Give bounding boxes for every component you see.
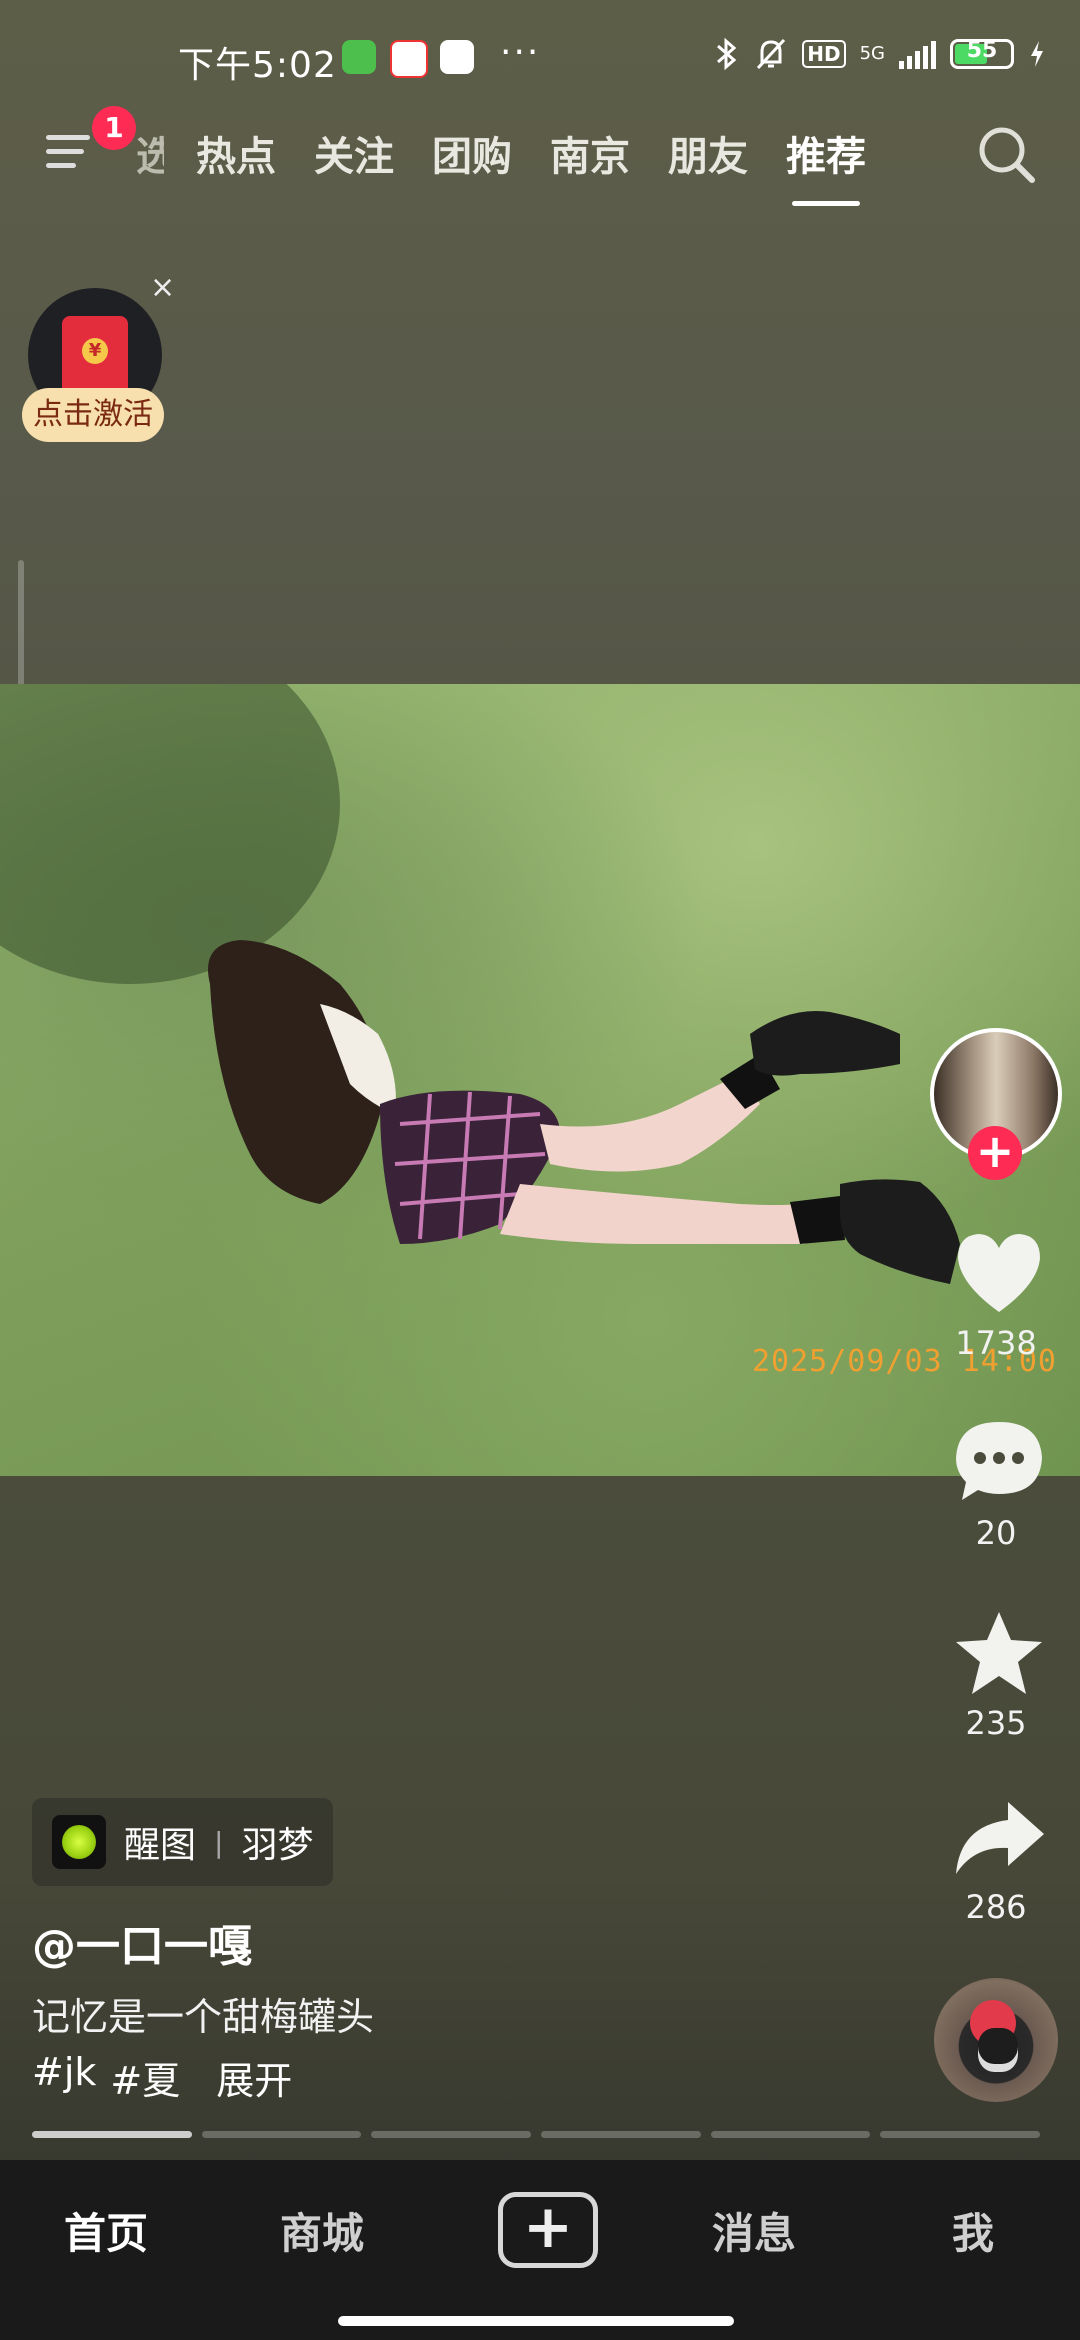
tab-hot[interactable]: 热点 (196, 124, 276, 182)
feed-tabs: 选 热点 关注 团购 南京 朋友 推荐 (136, 124, 904, 206)
hashtag-summer[interactable]: #夏 (110, 2050, 180, 2105)
signal-icon (899, 39, 936, 69)
music-disc-icon[interactable] (934, 1978, 1058, 2102)
effect-name: 羽梦 (241, 1825, 314, 1866)
wechat-icon (342, 40, 376, 74)
share-count: 286 (965, 1888, 1027, 1926)
comment-icon[interactable] (950, 1416, 1048, 1506)
tab-messages[interactable]: 消息 (712, 2200, 796, 2261)
tab-selection[interactable]: 选 (136, 124, 164, 182)
effect-tag[interactable]: 醒图 | 羽梦 (32, 1798, 334, 1886)
tab-following[interactable]: 关注 (314, 124, 394, 182)
red-envelope-icon (62, 316, 128, 396)
mute-bell-icon (757, 38, 786, 70)
app-cloud-icon (440, 40, 474, 74)
hd-icon: HD (802, 40, 846, 68)
tab-friends[interactable]: 朋友 (668, 124, 748, 182)
hashtags: #jk #夏 展开 (32, 2050, 292, 2105)
tab-mall[interactable]: 商城 (280, 2200, 364, 2261)
video-feed-screen: 下午5:02 ··· HD 5G 55 1 选 热点 关注 团购 南京 朋友 推… (0, 0, 1080, 2340)
status-time: 下午5:02 (178, 45, 337, 86)
author-name[interactable]: @一口一嘎 (32, 1910, 252, 1974)
red-packet-activate-button[interactable]: 点击激活 (22, 388, 164, 442)
post-caption: 记忆是一个甜梅罐头 (32, 1995, 375, 2039)
tab-nanjing[interactable]: 南京 (550, 124, 630, 182)
app-58-icon (390, 40, 428, 78)
hashtag-jk[interactable]: #jk (32, 2050, 96, 2105)
menu-badge: 1 (92, 106, 136, 150)
battery-level: 55 (966, 38, 998, 63)
favorite-count: 235 (965, 1704, 1027, 1742)
carousel-progress (32, 2131, 1041, 2138)
home-indicator (338, 2316, 734, 2326)
tab-group-buy[interactable]: 团购 (432, 124, 512, 182)
tab-recommended[interactable]: 推荐 (786, 124, 866, 206)
red-packet-close-icon[interactable]: × (150, 270, 175, 305)
tab-me[interactable]: 我 (952, 2200, 994, 2261)
top-navigation: 1 选 热点 关注 团购 南京 朋友 推荐 (0, 106, 1080, 210)
follow-button[interactable]: + (968, 1126, 1022, 1180)
bluetooth-icon (717, 37, 737, 71)
charging-icon (1031, 41, 1043, 67)
effect-app-icon (52, 1815, 106, 1869)
network-type: 5G (859, 43, 885, 64)
create-post-button[interactable]: + (498, 2192, 598, 2268)
more-notifications-icon: ··· (500, 32, 541, 73)
bottom-tab-bar: 首页 商城 + 消息 我 (0, 2160, 1080, 2340)
like-heart-icon[interactable] (950, 1228, 1048, 1318)
status-bar: 下午5:02 ··· HD 5G 55 (0, 28, 1080, 98)
search-icon[interactable] (976, 124, 1038, 186)
comment-count: 20 (975, 1514, 1017, 1552)
like-count: 1738 (955, 1324, 1037, 1362)
share-arrow-icon[interactable] (950, 1796, 1048, 1886)
effect-separator: | (214, 1825, 224, 1859)
tab-home[interactable]: 首页 (64, 2200, 148, 2261)
battery-icon: 55 (950, 38, 1014, 69)
status-indicators: HD 5G 55 (714, 36, 1046, 72)
favorite-star-icon[interactable] (950, 1608, 1048, 1698)
expand-caption-button[interactable]: 展开 (216, 2050, 292, 2105)
effect-app-name: 醒图 (124, 1825, 197, 1866)
